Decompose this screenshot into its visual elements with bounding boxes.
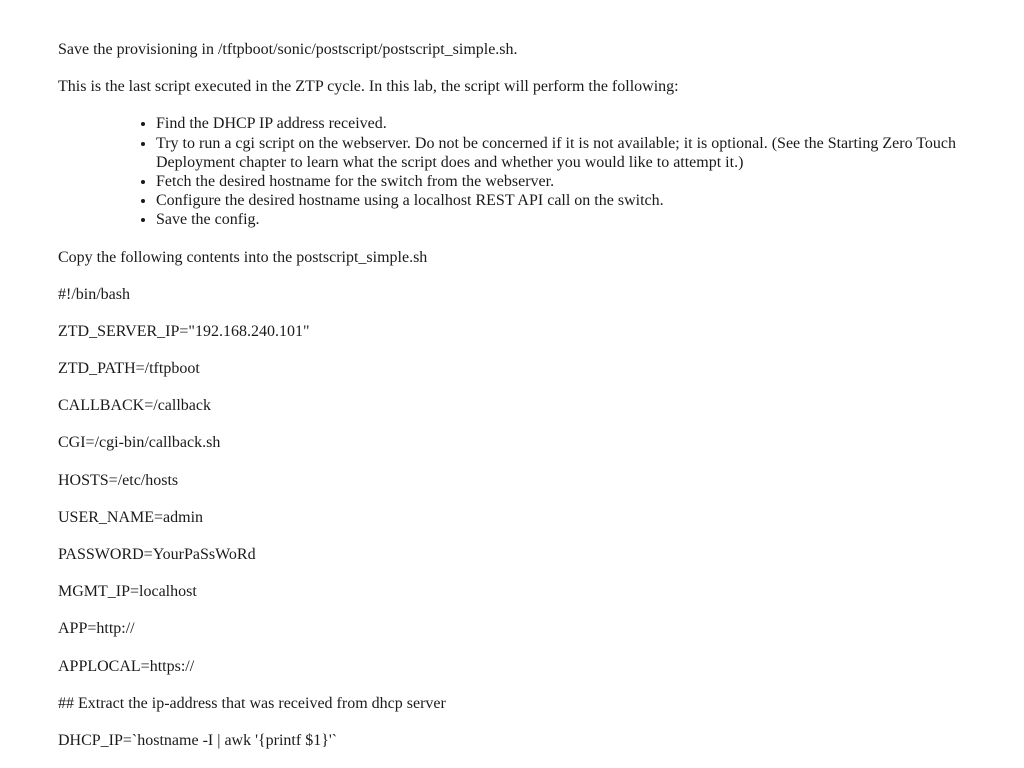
list-item: Save the config. xyxy=(156,210,966,229)
code-line: ## Extract the ip-address that was recei… xyxy=(58,694,966,713)
code-line: PASSWORD=YourPaSsWoRd xyxy=(58,545,966,564)
task-list: Find the DHCP IP address received. Try t… xyxy=(58,114,966,229)
code-line: APP=http:// xyxy=(58,619,966,638)
code-line: CALLBACK=/callback xyxy=(58,396,966,415)
code-line: MGMT_IP=localhost xyxy=(58,582,966,601)
list-item: Fetch the desired hostname for the switc… xyxy=(156,172,966,191)
list-item: Configure the desired hostname using a l… xyxy=(156,191,966,210)
list-item: Try to run a cgi script on the webserver… xyxy=(156,134,966,172)
code-line: #!/bin/bash xyxy=(58,285,966,304)
code-line: ZTD_PATH=/tftpboot xyxy=(58,359,966,378)
list-item: Find the DHCP IP address received. xyxy=(156,114,966,133)
code-line: HOSTS=/etc/hosts xyxy=(58,471,966,490)
copy-instruction: Copy the following contents into the pos… xyxy=(58,248,966,267)
code-line: USER_NAME=admin xyxy=(58,508,966,527)
code-line: CGI=/cgi-bin/callback.sh xyxy=(58,433,966,452)
code-line: APPLOCAL=https:// xyxy=(58,657,966,676)
code-line: ZTD_SERVER_IP="192.168.240.101" xyxy=(58,322,966,341)
intro-paragraph-2: This is the last script executed in the … xyxy=(58,77,966,96)
code-line: DHCP_IP=`hostname -I | awk '{printf $1}'… xyxy=(58,731,966,750)
intro-paragraph-1: Save the provisioning in /tftpboot/sonic… xyxy=(58,40,966,59)
